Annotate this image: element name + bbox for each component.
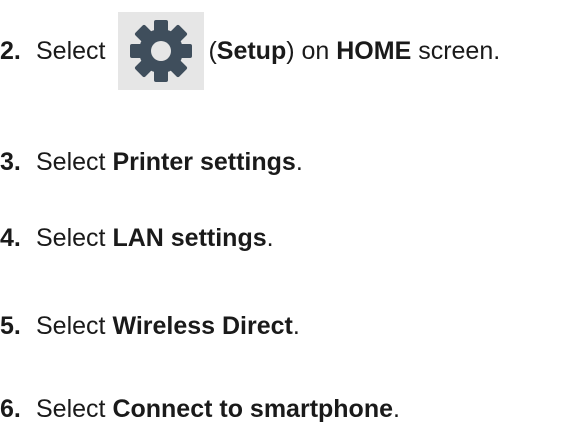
paren-close: ) [286,37,295,65]
step-5: 5. Select Wireless Direct. [0,311,300,341]
instruction-steps: 2. Select (Setup) on HOME screen. 3. Sel… [0,0,569,430]
step-number: 6. [0,395,21,423]
step-prefix: Select [36,224,113,252]
lan-settings-label: LAN settings [112,224,267,252]
step-prefix: Select [36,395,113,423]
step-2: 2. Select (Setup) on HOME screen. [0,12,500,90]
step-number: 2. [0,37,21,65]
step-3: 3. Select Printer settings. [0,147,303,177]
setup-gear-icon [118,12,205,90]
printer-settings-label: Printer settings [112,148,296,176]
step-suffix: . [295,148,303,176]
step-text: Select Printer settings. [36,147,303,177]
step-6: 6. Select Connect to smartphone. [0,394,400,424]
step-text: Select LAN settings. [36,223,274,253]
wireless-direct-label: Wireless Direct [112,312,293,340]
step-suffix: screen. [411,37,501,65]
step-prefix: Select [36,312,113,340]
paren-open: ( [208,37,217,65]
setup-label: Setup [216,37,287,65]
step-number: 4. [0,224,21,252]
step-prefix: Select [36,37,113,65]
step-text-rest: (Setup) on HOME screen. [208,36,500,66]
step-text: Select [36,36,112,66]
step-prefix: Select [36,148,113,176]
connect-to-smartphone-label: Connect to smartphone [112,395,394,423]
step-number: 5. [0,312,21,340]
step-middle: on [294,37,337,65]
step-suffix: . [292,312,300,340]
step-text: Select Wireless Direct. [36,311,300,341]
step-4: 4. Select LAN settings. [0,223,274,253]
step-text: Select Connect to smartphone. [36,394,400,424]
step-suffix: . [393,395,400,423]
step-suffix: . [266,224,274,252]
step-number: 3. [0,148,21,176]
home-label: HOME [336,37,412,65]
